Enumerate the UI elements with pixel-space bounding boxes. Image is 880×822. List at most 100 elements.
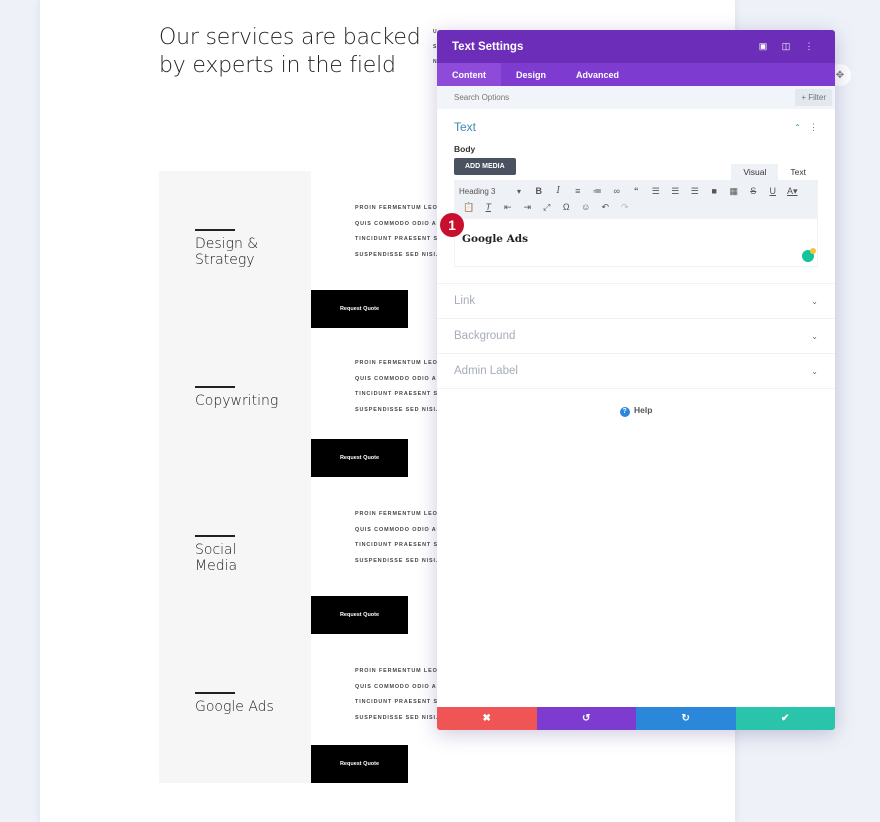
format-select-value: Heading 3 <box>459 186 496 196</box>
list-item: QUIS COMMODO ODIO AEN <box>355 526 440 533</box>
indent-icon[interactable]: ⇥ <box>518 202 538 213</box>
undo-icon: ↺ <box>582 713 591 724</box>
body-label: Body <box>454 144 476 154</box>
background-section[interactable]: Background ⌄ <box>437 319 835 354</box>
save-button[interactable]: ✔ <box>735 707 835 730</box>
list-item: PROIN FERMENTUM LEO VE <box>355 205 440 211</box>
section-label: Link <box>454 295 476 307</box>
align-center-icon[interactable]: ☰ <box>666 186 686 197</box>
bold-icon[interactable]: B <box>529 186 549 196</box>
justify-icon[interactable]: ■ <box>705 186 725 196</box>
list-item: SUSPENDISSE SED NISI. PL <box>355 251 440 258</box>
search-row: + Filter <box>437 86 835 109</box>
help-label: Help <box>633 405 653 415</box>
bullet-list-icon[interactable]: ≡ <box>568 186 588 196</box>
admin-label-section[interactable]: Admin Label ⌄ <box>437 354 835 389</box>
service-list: PROIN FERMENTUM LEO VE QUIS COMMODO ODIO… <box>355 356 440 418</box>
add-media-button[interactable]: ADD MEDIA <box>454 158 516 175</box>
service-title[interactable]: Google Ads <box>195 699 274 715</box>
link-icon[interactable]: ∞ <box>607 186 627 196</box>
strikethrough-icon[interactable]: S <box>744 186 764 196</box>
caret-down-icon: ▾ <box>516 186 521 196</box>
table-icon[interactable]: ▦ <box>724 186 744 197</box>
check-icon: ✔ <box>781 713 790 724</box>
step-badge: 1 <box>440 213 464 237</box>
editor-toolbar: Heading 3 ▾ B I ≡ ≔ ∞ “ ☰ ☰ ☰ ■ ▦ S U A▾ … <box>454 180 818 218</box>
help-link[interactable]: ? Help <box>437 405 835 417</box>
editor-content[interactable]: Google Ads <box>462 233 810 245</box>
modal-tabs: Content Design Advanced <box>437 63 835 86</box>
list-item: TINCIDUNT PRAESENT SEM <box>355 236 440 242</box>
divider <box>195 229 235 231</box>
service-title[interactable]: Design & Strategy <box>195 236 258 268</box>
request-quote-button[interactable]: Request Quote <box>311 596 408 634</box>
chevron-down-icon: ⌄ <box>811 296 818 306</box>
redo-icon[interactable]: ↷ <box>615 202 635 213</box>
tab-advanced[interactable]: Advanced <box>561 63 634 86</box>
filter-button[interactable]: + Filter <box>795 89 832 106</box>
search-options-input[interactable] <box>454 93 796 102</box>
outdent-icon[interactable]: ⇤ <box>498 202 518 213</box>
editor-tab-visual[interactable]: Visual <box>731 164 779 180</box>
text-color-icon[interactable]: A▾ <box>783 186 803 197</box>
numbered-list-icon[interactable]: ≔ <box>588 186 608 197</box>
list-item: QUIS COMMODO ODIO AEN <box>355 375 440 382</box>
paste-icon[interactable]: 📋 <box>459 202 479 213</box>
section-headline: Our services are backed by experts in th… <box>159 24 421 80</box>
headline-line-1: Our services are backed <box>159 25 421 50</box>
clear-formatting-icon[interactable]: T <box>479 202 499 212</box>
list-item: PROIN FERMENTUM LEO VE <box>355 668 440 674</box>
align-right-icon[interactable]: ☰ <box>685 186 705 197</box>
section-label: Admin Label <box>454 365 518 377</box>
list-item: PROIN FERMENTUM LEO VE <box>355 360 440 366</box>
editor-tab-text[interactable]: Text <box>778 164 818 180</box>
divider <box>195 386 235 388</box>
emoji-icon[interactable]: ☺ <box>576 202 596 212</box>
fullscreen-icon[interactable]: ▣ <box>752 36 774 58</box>
list-item: PROIN FERMENTUM LEO VE <box>355 511 440 517</box>
tab-design[interactable]: Design <box>501 63 561 86</box>
link-section[interactable]: Link ⌄ <box>437 284 835 319</box>
underline-icon[interactable]: U <box>763 186 783 196</box>
redo-icon: ↻ <box>681 713 690 724</box>
undo-button[interactable]: ↺ <box>536 707 636 730</box>
list-item: SUSPENDISSE SED NISI. PL <box>355 714 440 721</box>
divider <box>195 692 235 694</box>
service-title[interactable]: Copywriting <box>195 393 278 409</box>
modal-header: Text Settings ▣ ◫ ⋮ <box>437 30 835 63</box>
service-title[interactable]: Social Media <box>195 542 237 574</box>
discard-button[interactable]: ✖ <box>437 707 537 730</box>
align-left-icon[interactable]: ☰ <box>646 186 666 197</box>
text-section: Text ⌃ ⋮ Body ADD MEDIA Visual Text Head… <box>437 109 835 284</box>
text-editor[interactable]: Google Ads <box>454 218 818 267</box>
split-view-icon[interactable]: ◫ <box>775 36 797 58</box>
chevron-up-icon[interactable]: ⌃ <box>794 123 801 132</box>
more-options-icon[interactable]: ⋮ <box>798 36 820 58</box>
headline-line-2: by experts in the field <box>159 53 396 78</box>
notification-dot-icon <box>810 248 816 254</box>
request-quote-button[interactable]: Request Quote <box>311 745 408 783</box>
list-item: SUSPENDISSE SED NISI. PL <box>355 406 440 413</box>
list-item: TINCIDUNT PRAESENT SEM <box>355 391 440 397</box>
list-item: TINCIDUNT PRAESENT SEM <box>355 699 440 705</box>
modal-title: Text Settings <box>452 40 524 53</box>
italic-icon[interactable]: I <box>549 186 569 196</box>
text-settings-modal: Text Settings ▣ ◫ ⋮ Content Design Advan… <box>437 30 835 730</box>
section-title[interactable]: Text <box>454 120 794 134</box>
modal-footer: ✖ ↺ ↻ ✔ <box>437 707 835 730</box>
service-list: PROIN FERMENTUM LEO VE QUIS COMMODO ODIO… <box>355 664 440 726</box>
undo-icon[interactable]: ↶ <box>596 202 616 213</box>
list-item: QUIS COMMODO ODIO AEN <box>355 220 440 227</box>
chevron-down-icon: ⌄ <box>811 331 818 341</box>
list-item: QUIS COMMODO ODIO AEN <box>355 683 440 690</box>
blockquote-icon[interactable]: “ <box>627 186 647 196</box>
special-character-icon[interactable]: Ω <box>557 202 577 212</box>
request-quote-button[interactable]: Request Quote <box>311 290 408 328</box>
tab-content[interactable]: Content <box>437 63 501 86</box>
section-menu-icon[interactable]: ⋮ <box>809 122 818 133</box>
redo-button[interactable]: ↻ <box>636 707 736 730</box>
format-select[interactable]: Heading 3 ▾ <box>459 187 529 196</box>
request-quote-button[interactable]: Request Quote <box>311 439 408 477</box>
fullscreen-editor-icon[interactable]: ⤢ <box>537 202 557 213</box>
help-icon: ? <box>619 407 630 417</box>
